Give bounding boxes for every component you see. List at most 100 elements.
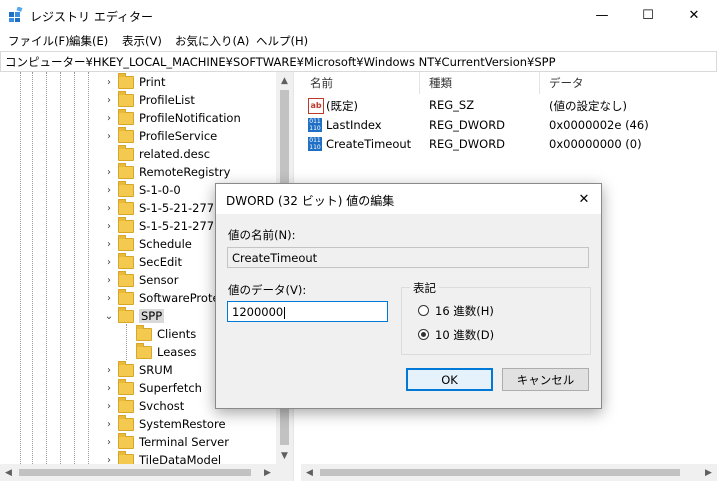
tree-item[interactable]: › ProfileList <box>104 90 195 109</box>
ok-button[interactable]: OK <box>406 368 493 391</box>
menu-favorites[interactable]: お気に入り(A) <box>175 33 249 49</box>
chevron-right-icon[interactable]: › <box>104 239 114 250</box>
chevron-down-icon[interactable]: ⌄ <box>104 311 114 322</box>
maximize-button[interactable]: ☐ <box>625 0 671 30</box>
binary-value-icon: 011 110 <box>308 137 322 151</box>
chevron-right-icon[interactable]: › <box>104 293 114 304</box>
tree-item-child[interactable]: Clients <box>122 324 196 343</box>
column-divider[interactable] <box>419 72 420 94</box>
value-data: (値の設定なし) <box>549 99 627 113</box>
column-header-name[interactable]: 名前 <box>310 75 333 91</box>
value-name-field[interactable]: CreateTimeout <box>227 247 589 268</box>
value-data: 0x00000000 (0) <box>549 137 642 151</box>
dialog-close-icon[interactable]: ✕ <box>567 184 601 214</box>
tree-item[interactable]: › Terminal Server <box>104 432 229 451</box>
folder-icon <box>118 90 134 107</box>
radix-legend: 表記 <box>410 280 439 296</box>
dialog-titlebar: DWORD (32 ビット) 値の編集 ✕ <box>216 184 601 214</box>
tree-guide-line <box>60 72 61 464</box>
chevron-right-icon[interactable]: › <box>104 365 114 376</box>
tree-item[interactable]: › ProfileService <box>104 126 217 145</box>
folder-icon <box>118 414 134 431</box>
list-row[interactable]: 011 110 CreateTimeout REG_DWORD 0x0000000… <box>301 135 717 154</box>
close-button[interactable]: ✕ <box>671 0 717 30</box>
value-type: REG_SZ <box>429 98 475 112</box>
folder-icon <box>118 216 134 233</box>
minimize-button[interactable]: — <box>579 0 625 30</box>
menu-edit[interactable]: 編集(E) <box>69 33 108 49</box>
chevron-right-icon[interactable]: › <box>104 419 114 430</box>
menu-view[interactable]: 表示(V) <box>122 33 162 49</box>
scroll-up-arrow-icon[interactable]: ▲ <box>276 72 293 89</box>
cancel-button[interactable]: キャンセル <box>502 368 589 391</box>
list-row[interactable]: 011 110 LastIndex REG_DWORD 0x0000002e (4… <box>301 116 717 135</box>
scroll-left-arrow-icon[interactable]: ◀ <box>301 464 318 481</box>
tree-item[interactable]: related.desc <box>104 144 210 163</box>
tree-guide-line <box>20 72 21 464</box>
value-name: (既定) <box>326 99 358 113</box>
scroll-right-arrow-icon[interactable]: ▶ <box>700 464 717 481</box>
tree-item[interactable]: › SoftwareProtec <box>104 288 226 307</box>
tree-item[interactable]: › Schedule <box>104 234 192 253</box>
chevron-right-icon[interactable]: › <box>104 131 114 142</box>
window-title: レジストリ エディター <box>30 10 153 24</box>
tree-horizontal-scrollbar[interactable]: ◀ ▶ <box>0 464 293 481</box>
tree-item[interactable]: › SecEdit <box>104 252 182 271</box>
tree-item[interactable]: › Print <box>104 72 165 91</box>
text-caret <box>284 306 286 319</box>
list-row[interactable]: ab (既定) REG_SZ (値の設定なし) <box>301 96 717 115</box>
radio-hex[interactable] <box>418 305 429 316</box>
chevron-right-icon[interactable]: › <box>104 113 114 124</box>
value-name: LastIndex <box>326 118 382 132</box>
tree-item[interactable]: › Superfetch <box>104 378 202 397</box>
scroll-thumb[interactable] <box>19 469 251 476</box>
chevron-right-icon[interactable]: › <box>104 275 114 286</box>
tree-item-child[interactable]: Leases <box>122 342 196 361</box>
tree-item[interactable]: › RemoteRegistry <box>104 162 230 181</box>
address-bar[interactable]: コンピューター¥HKEY_LOCAL_MACHINE¥SOFTWARE¥Micr… <box>0 51 717 72</box>
chevron-right-icon[interactable]: › <box>104 167 114 178</box>
scroll-down-arrow-icon[interactable]: ▼ <box>276 447 293 464</box>
chevron-right-icon[interactable]: › <box>104 383 114 394</box>
folder-icon <box>118 432 134 449</box>
chevron-right-icon[interactable]: › <box>104 401 114 412</box>
menu-help[interactable]: ヘルプ(H) <box>256 33 308 49</box>
folder-icon <box>118 270 134 287</box>
chevron-right-icon[interactable]: › <box>104 203 114 214</box>
radio-dec-label[interactable]: 10 進数(D) <box>435 327 494 343</box>
tree-item[interactable]: › S-1-5-21-27772 <box>104 198 229 217</box>
chevron-right-icon[interactable]: › <box>104 257 114 268</box>
list-horizontal-scrollbar[interactable]: ◀ ▶ <box>301 464 717 481</box>
chevron-right-icon[interactable]: › <box>104 185 114 196</box>
scroll-thumb[interactable] <box>320 469 680 476</box>
folder-icon <box>118 126 134 143</box>
column-divider[interactable] <box>539 72 540 94</box>
tree-item[interactable]: › SRUM <box>104 360 173 379</box>
menu-file[interactable]: ファイル(F) <box>8 33 70 49</box>
tree-item[interactable]: › Sensor <box>104 270 178 289</box>
chevron-right-icon[interactable]: › <box>104 95 114 106</box>
chevron-right-icon[interactable]: › <box>104 77 114 88</box>
value-data-input[interactable]: 1200000 <box>227 301 388 322</box>
chevron-right-icon[interactable]: › <box>104 437 114 448</box>
binary-value-icon: 011 110 <box>308 118 322 132</box>
folder-icon <box>118 144 134 161</box>
tree-item[interactable]: › SystemRestore <box>104 414 226 433</box>
tree-item[interactable]: › ProfileNotification <box>104 108 241 127</box>
tree-item[interactable]: › S-1-0-0 <box>104 180 181 199</box>
scroll-left-arrow-icon[interactable]: ◀ <box>0 464 17 481</box>
column-header-data[interactable]: データ <box>549 75 584 91</box>
tree-item-selected[interactable]: ⌄ SPP <box>104 306 165 325</box>
folder-icon <box>118 252 134 269</box>
value-data-label: 値のデータ(V): <box>228 283 307 297</box>
folder-icon <box>118 234 134 251</box>
chevron-right-icon[interactable]: › <box>104 221 114 232</box>
address-path: コンピューター¥HKEY_LOCAL_MACHINE¥SOFTWARE¥Micr… <box>5 55 556 69</box>
column-header-type[interactable]: 種類 <box>429 75 452 91</box>
scroll-right-arrow-icon[interactable]: ▶ <box>259 464 276 481</box>
radio-dec[interactable] <box>418 329 429 340</box>
tree-item[interactable]: › Svchost <box>104 396 184 415</box>
tree-item[interactable]: › S-1-5-21-27772 <box>104 216 229 235</box>
radio-hex-label[interactable]: 16 進数(H) <box>435 303 494 319</box>
string-value-icon: ab <box>308 98 324 114</box>
